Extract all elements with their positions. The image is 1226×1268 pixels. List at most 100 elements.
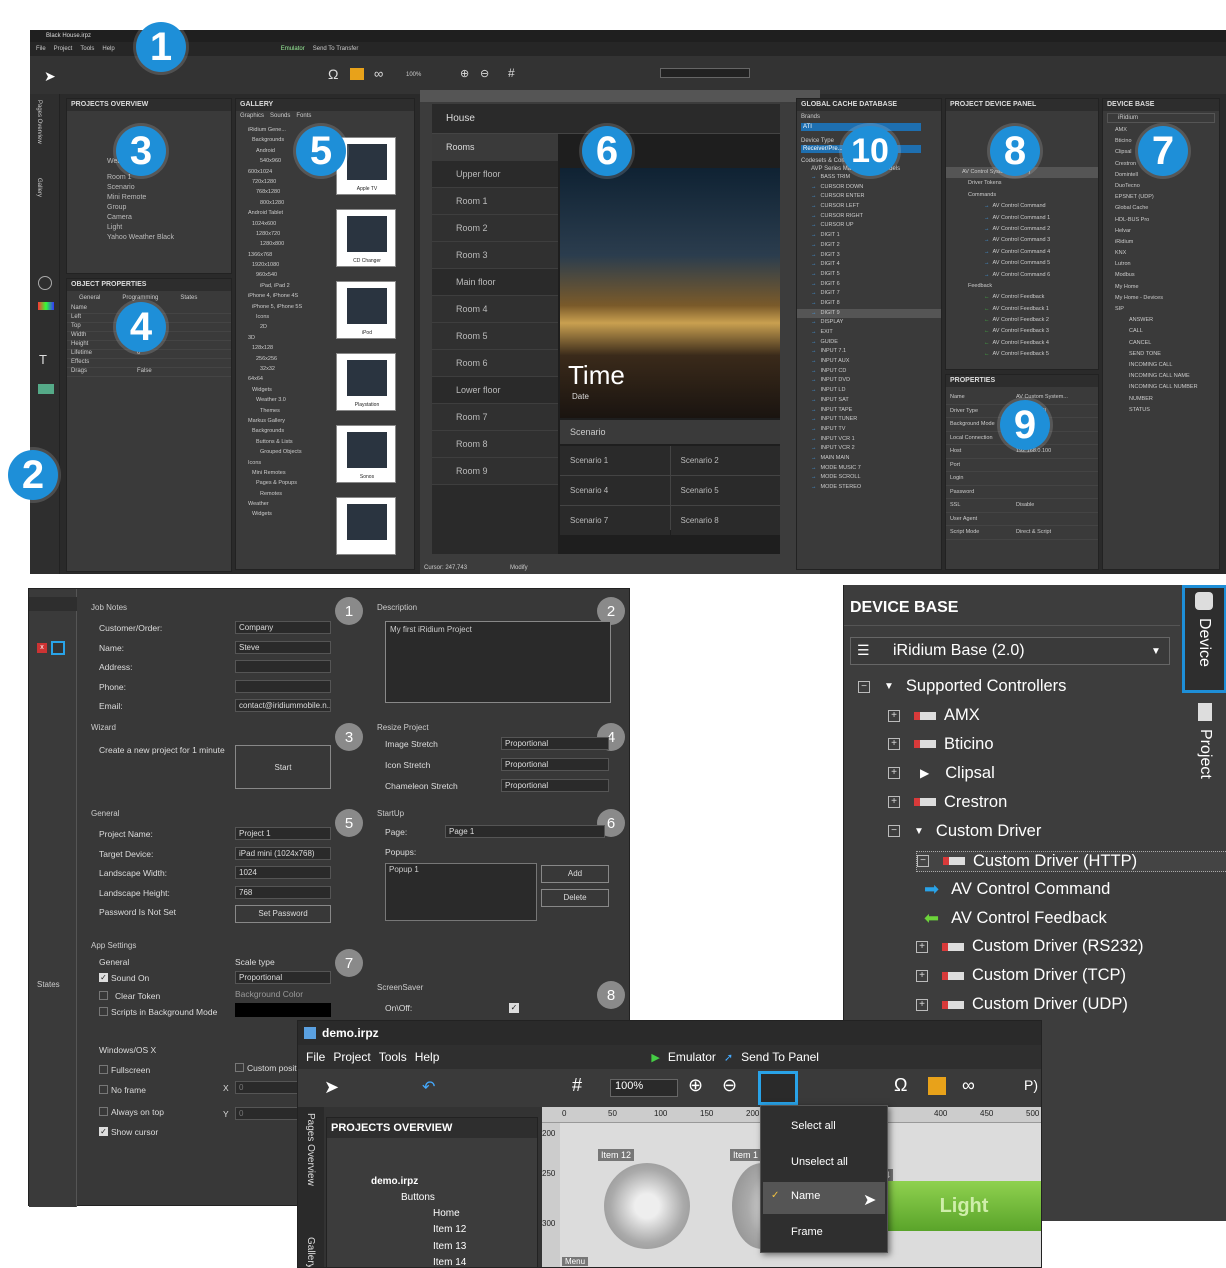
device-tree-item[interactable]: → AV Control Command 2	[946, 224, 1098, 235]
zoom-out-icon[interactable]: ⊖	[722, 1075, 737, 1096]
scale-type-select[interactable]: Proportional	[235, 971, 331, 984]
gallery-tree-item[interactable]: Grouped Objects	[240, 447, 332, 457]
tree-row[interactable]: + ▶ Clipsal	[888, 764, 995, 783]
show-cursor-checkbox[interactable]: ✓	[99, 1127, 108, 1136]
command-item[interactable]: → INPUT LD	[797, 386, 941, 396]
gallery-tree-item[interactable]: Widgets	[240, 509, 332, 519]
device-tree-item[interactable]: ← AV Control Feedback 5	[946, 349, 1098, 360]
device-base-item[interactable]: Global Cache	[1103, 203, 1219, 214]
tab-states[interactable]: States	[180, 295, 197, 301]
device-tree-item[interactable]: → AV Control Command 3	[946, 235, 1098, 246]
gallery-tree-item[interactable]: 128x128	[240, 343, 332, 353]
demo-menu-file[interactable]: File	[306, 1050, 325, 1064]
job-notes-field[interactable]: contact@iridiummobile.n...	[235, 699, 331, 712]
device-tree-item[interactable]: ← AV Control Feedback 1	[946, 304, 1098, 315]
tree-row[interactable]: + Crestron	[888, 793, 1007, 812]
command-item[interactable]: → GUIDE	[797, 338, 941, 348]
demo-pointer-icon[interactable]: ➤	[324, 1077, 339, 1098]
command-item[interactable]: → INPUT DVD	[797, 376, 941, 386]
gallery-tree-item[interactable]: 960x540	[240, 270, 332, 280]
device-tree-item[interactable]: → AV Control Command 4	[946, 247, 1098, 258]
color-slider[interactable]	[660, 68, 750, 78]
gallery-tree-item[interactable]: Buttons & Lists	[240, 437, 332, 447]
property-value[interactable]: False	[137, 368, 152, 376]
gallery-tree-item[interactable]: Android Tablet	[240, 208, 332, 218]
floor-lower[interactable]: Lower floor	[432, 377, 558, 404]
floor-main[interactable]: Main floor	[432, 269, 558, 296]
unselect-all-item[interactable]: Unselect all	[791, 1156, 848, 1168]
device-base-item[interactable]: INCOMING CALL NUMBER	[1103, 382, 1219, 393]
zoom-in-icon[interactable]: ⊕	[460, 67, 469, 80]
grid-icon[interactable]: #	[572, 1075, 582, 1096]
gallery-tree-item[interactable]: 3D	[240, 333, 332, 343]
command-item[interactable]: → DIGIT 8	[797, 299, 941, 309]
gallery-tab-fonts[interactable]: Fonts	[296, 113, 311, 119]
device-base-item[interactable]: HDL-BUS Pro	[1103, 215, 1219, 226]
gallery-tree-item[interactable]: Widgets	[240, 385, 332, 395]
device-tree-item[interactable]: Commands	[946, 190, 1098, 201]
device-base-item[interactable]: Helvar	[1103, 226, 1219, 237]
gallery-thumbnail[interactable]: CD Changer	[336, 209, 396, 267]
device-base-item[interactable]: ANSWER	[1103, 315, 1219, 326]
room-item[interactable]: Room 1	[432, 188, 558, 215]
gallery-tree-item[interactable]: 1280x800	[240, 239, 332, 249]
device-base-item[interactable]: INCOMING CALL	[1103, 360, 1219, 371]
command-item[interactable]: → DIGIT 3	[797, 251, 941, 261]
gallery-tab-graphics[interactable]: Graphics	[240, 113, 264, 119]
tree-row[interactable]: ➡ AV Control Command	[924, 879, 1110, 900]
job-notes-field[interactable]: Steve	[235, 640, 331, 654]
bg-color-swatch[interactable]	[235, 1003, 331, 1017]
device-base-item[interactable]: My Home	[1103, 282, 1219, 293]
property-value[interactable]: Direct & Script	[1016, 526, 1051, 539]
device-base-small-select[interactable]: iRidium	[1107, 113, 1215, 123]
gallery-thumbnail[interactable]: Playstation	[336, 353, 396, 411]
scenario-button[interactable]: Scenario 5	[670, 476, 780, 505]
gradient-icon[interactable]	[38, 302, 54, 310]
tab-device[interactable]: Device	[1182, 585, 1226, 693]
tree-row[interactable]: − Custom Driver (HTTP)	[916, 850, 1226, 872]
link-icon[interactable]: ∞	[962, 1075, 975, 1096]
demo-tree-buttons[interactable]: Buttons	[401, 1192, 435, 1203]
command-item[interactable]: → INPUT CD	[797, 367, 941, 377]
device-tree-item[interactable]: Feedback	[946, 281, 1098, 292]
command-item[interactable]: → INPUT TAPE	[797, 406, 941, 416]
scenario-button[interactable]: Scenario 8	[670, 506, 780, 535]
gallery-tree-item[interactable]: Weather 3.0	[240, 395, 332, 405]
knob-item-12[interactable]	[604, 1163, 690, 1249]
rooms-header[interactable]: Rooms	[432, 134, 558, 161]
zoom-in-icon[interactable]: ⊕	[688, 1075, 703, 1096]
command-item[interactable]: → MAIN MAIN	[797, 454, 941, 464]
fullscreen-checkbox[interactable]	[99, 1065, 108, 1074]
power-icon[interactable]	[38, 276, 52, 290]
device-tree-item[interactable]: ← AV Control Feedback 4	[946, 338, 1098, 349]
menu-help[interactable]: Help	[102, 45, 114, 53]
device-tree-item[interactable]: ← AV Control Feedback 3	[946, 326, 1098, 337]
device-base-item[interactable]: Lutron	[1103, 259, 1219, 270]
gallery-tree-item[interactable]: 1920x1080	[240, 260, 332, 270]
device-base-item[interactable]: CANCEL	[1103, 338, 1219, 349]
demo-tree-root[interactable]: demo.irpz	[371, 1176, 418, 1187]
light-button[interactable]: Light	[886, 1181, 1041, 1231]
command-item[interactable]: → INPUT VCR 1	[797, 435, 941, 445]
gallery-tree-item[interactable]: Icons	[240, 312, 332, 322]
room-item[interactable]: Room 3	[432, 242, 558, 269]
tree-item[interactable]: Mini Remote	[67, 193, 231, 203]
popup-item[interactable]: Popup 1	[389, 866, 419, 874]
room-item[interactable]: Room 9	[432, 458, 558, 485]
send-to-transfer-button[interactable]: Send To Transfer	[313, 45, 359, 53]
room-item[interactable]: Room 5	[432, 323, 558, 350]
job-notes-field[interactable]	[235, 660, 331, 673]
no-frame-checkbox[interactable]	[99, 1085, 108, 1094]
resize-select[interactable]: Proportional	[501, 737, 609, 750]
command-item[interactable]: → EXIT	[797, 328, 941, 338]
command-item[interactable]: → DIGIT 5	[797, 270, 941, 280]
pointer-icon[interactable]: ➤	[44, 68, 56, 85]
omega-icon[interactable]: Ω	[328, 66, 338, 82]
gallery-tree-item[interactable]: 720x1280	[240, 177, 332, 187]
property-value[interactable]: Disable	[1016, 499, 1034, 512]
device-base-item[interactable]: NUMBER	[1103, 394, 1219, 405]
name-item-highlight[interactable]: ✓ Name ➤	[763, 1182, 885, 1214]
floor-upper[interactable]: Upper floor	[432, 161, 558, 188]
demo-zoom-select[interactable]: 100%	[610, 1079, 678, 1097]
device-base-item[interactable]: STATUS	[1103, 405, 1219, 416]
